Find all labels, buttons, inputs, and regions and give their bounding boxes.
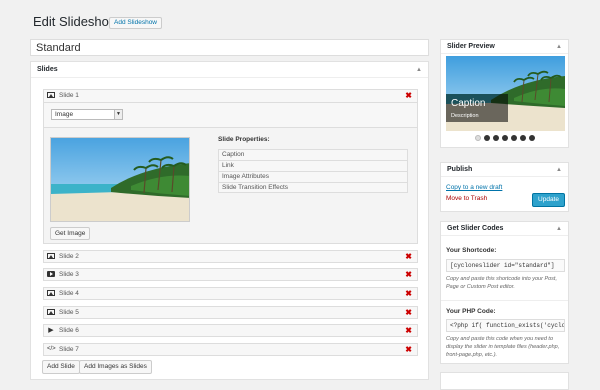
slide-row[interactable]: Slide 3 ✖ xyxy=(43,268,418,281)
preview-slide: Caption Description xyxy=(446,56,565,131)
shortcode-label: Your Shortcode: xyxy=(446,247,497,254)
slider-codes-box: Get Slider Codes ▲ Your Shortcode: [cycl… xyxy=(440,221,569,364)
delete-icon[interactable]: ✖ xyxy=(405,325,412,336)
delete-icon[interactable]: ✖ xyxy=(405,269,412,280)
delete-slide-1-icon[interactable]: ✖ xyxy=(405,90,412,101)
add-slide-button[interactable]: Add Slide xyxy=(42,360,80,374)
pager-dot[interactable] xyxy=(475,135,481,141)
property-link[interactable]: Link xyxy=(218,160,408,171)
slide-label: Slide 3 xyxy=(59,271,79,278)
slide-label: Slide 5 xyxy=(59,309,79,316)
pager-dot[interactable] xyxy=(511,135,517,141)
slide-label: Slide 2 xyxy=(59,253,79,260)
slide-row[interactable]: Slide 2 ✖ xyxy=(43,250,418,263)
publish-header[interactable]: Publish ▲ xyxy=(441,163,568,177)
collapse-arrow-icon[interactable]: ▲ xyxy=(556,163,562,177)
slide-row[interactable]: ▶ Slide 6 ✖ xyxy=(43,324,418,337)
image-icon xyxy=(47,290,55,297)
next-side-box xyxy=(440,372,569,390)
php-code-input[interactable]: <?php if( function_exists('cyclone_slide… xyxy=(446,319,565,332)
slide-row[interactable]: Slide 4 ✖ xyxy=(43,287,418,300)
property-caption[interactable]: Caption xyxy=(218,149,408,160)
update-button[interactable]: Update xyxy=(532,193,565,207)
slider-preview-header[interactable]: Slider Preview ▲ xyxy=(441,40,568,54)
pager-dots xyxy=(475,135,535,141)
slide-type-value: Image xyxy=(55,111,74,118)
delete-icon[interactable]: ✖ xyxy=(405,288,412,299)
slide-properties-title: Slide Properties: xyxy=(218,136,270,143)
pager-dot[interactable] xyxy=(502,135,508,141)
beach-image xyxy=(51,138,189,221)
pager-dot[interactable] xyxy=(493,135,499,141)
slide-1-expanded: Slide 1 ✖ Image ▼ Get Image Slide Proper… xyxy=(43,89,418,244)
collapse-arrow-icon[interactable]: ▲ xyxy=(556,40,562,54)
pager-dot[interactable] xyxy=(520,135,526,141)
property-transition-effects[interactable]: Slide Transition Effects xyxy=(218,182,408,193)
separator xyxy=(441,300,568,301)
slide-1-header[interactable]: Slide 1 ✖ xyxy=(44,90,417,103)
shortcode-help: Copy and paste this shortcode into your … xyxy=(446,276,557,290)
delete-icon[interactable]: ✖ xyxy=(405,344,412,355)
slider-preview-box: Slider Preview ▲ Caption Description xyxy=(440,39,569,148)
image-icon xyxy=(47,309,55,316)
pager-dot[interactable] xyxy=(484,135,490,141)
caption-overlay: Caption Description xyxy=(446,94,508,122)
move-to-trash-link[interactable]: Move to Trash xyxy=(446,195,487,202)
slide-1-label: Slide 1 xyxy=(59,92,79,99)
slide-row[interactable]: Slide 5 ✖ xyxy=(43,306,418,319)
collapse-arrow-icon[interactable]: ▲ xyxy=(556,222,562,236)
copy-to-draft-link[interactable]: Copy to a new draft xyxy=(446,184,502,191)
slide-1-image-preview xyxy=(50,137,190,222)
slide-label: Slide 6 xyxy=(59,327,79,334)
slide-type-select[interactable]: Image ▼ xyxy=(51,109,123,120)
caption-description: Description xyxy=(451,113,479,119)
image-icon xyxy=(47,92,55,98)
php-code-help: Copy and paste this code when you need t… xyxy=(446,336,560,358)
code-icon: </> xyxy=(47,346,56,352)
youtube-icon xyxy=(47,271,55,278)
page-title: Edit Slideshow xyxy=(33,14,119,29)
php-code-label: Your PHP Code: xyxy=(446,308,496,315)
slider-codes-header[interactable]: Get Slider Codes ▲ xyxy=(441,222,568,236)
slide-label: Slide 7 xyxy=(59,346,79,353)
slide-row[interactable]: </> Slide 7 ✖ xyxy=(43,343,418,356)
slides-panel-header[interactable]: Slides ▲ xyxy=(31,62,428,78)
publish-box: Publish ▲ Copy to a new draft Move to Tr… xyxy=(440,162,569,212)
property-image-attributes[interactable]: Image Attributes xyxy=(218,171,408,182)
caption-title: Caption xyxy=(451,98,486,109)
pager-dot[interactable] xyxy=(529,135,535,141)
slides-panel-title: Slides xyxy=(37,66,58,73)
select-arrow-icon: ▼ xyxy=(114,110,122,119)
delete-icon[interactable]: ✖ xyxy=(405,307,412,318)
delete-icon[interactable]: ✖ xyxy=(405,251,412,262)
slide-properties-list: Caption Link Image Attributes Slide Tran… xyxy=(218,149,408,193)
slider-preview-title: Slider Preview xyxy=(447,43,495,50)
shortcode-input[interactable]: [cycloneslider id="standard"] xyxy=(446,259,565,272)
slides-panel: Slides ▲ Slide 1 ✖ Image ▼ Get Image Sli… xyxy=(30,61,429,380)
get-image-button[interactable]: Get Image xyxy=(50,227,91,240)
collapse-arrow-icon[interactable]: ▲ xyxy=(416,62,422,78)
slide-label: Slide 4 xyxy=(59,290,79,297)
add-slideshow-button[interactable]: Add Slideshow xyxy=(109,17,162,29)
slide-1-body: Get Image Slide Properties: Caption Link… xyxy=(44,127,417,243)
play-icon: ▶ xyxy=(48,327,54,334)
slider-codes-title: Get Slider Codes xyxy=(447,225,504,232)
publish-title: Publish xyxy=(447,166,473,173)
image-icon xyxy=(47,253,55,260)
add-images-as-slides-button[interactable]: Add Images as Slides xyxy=(79,360,152,374)
slideshow-title-input[interactable]: Standard xyxy=(30,39,429,56)
